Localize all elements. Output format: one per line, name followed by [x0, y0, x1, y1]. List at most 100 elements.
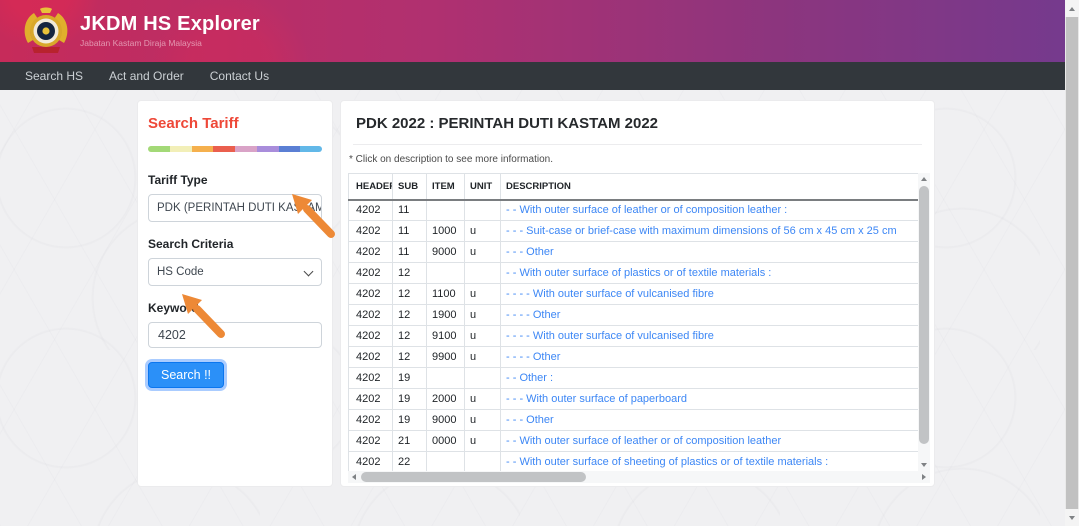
search-button[interactable]: Search !! — [148, 362, 224, 388]
description-cell[interactable]: - - - Other — [501, 242, 919, 263]
nav-item-contact-us[interactable]: Contact Us — [210, 69, 269, 83]
code-cell: 2000 — [427, 389, 465, 410]
code-cell: 1100 — [427, 284, 465, 305]
table-row: 4202192000u- - - With outer surface of p… — [349, 389, 919, 410]
code-cell: 4202 — [349, 431, 393, 452]
column-header-item: ITEM — [427, 174, 465, 200]
column-header-header: HEADER — [349, 174, 393, 200]
scroll-up-button[interactable] — [918, 173, 930, 185]
triangle-down-icon — [1069, 516, 1075, 520]
table-row: 4202210000u- - With outer surface of lea… — [349, 431, 919, 452]
description-cell[interactable]: - - - - With outer surface of vulcanised… — [501, 284, 919, 305]
code-cell: 21 — [393, 431, 427, 452]
description-cell[interactable]: - - With outer surface of sheeting of pl… — [501, 452, 919, 472]
table-horizontal-scrollbar — [348, 471, 930, 483]
code-cell: u — [465, 305, 501, 326]
table-row: 420211- - With outer surface of leather … — [349, 200, 919, 221]
scroll-down-button[interactable] — [918, 459, 930, 471]
results-table-container: HEADER SUB ITEM UNIT DESCRIPTION 420211-… — [348, 173, 930, 483]
table-row: 4202119000u- - - Other — [349, 242, 919, 263]
search-tariff-panel: Search Tariff Tariff Type PDK (PERINTAH … — [137, 100, 333, 487]
app-subtitle: Jabatan Kastam Diraja Malaysia — [80, 38, 260, 48]
rainbow-segment — [279, 146, 301, 152]
search-criteria-select[interactable]: HS Code — [148, 258, 322, 286]
description-cell[interactable]: - - With outer surface of leather or of … — [501, 431, 919, 452]
triangle-left-icon — [352, 474, 356, 480]
rainbow-segment — [148, 146, 170, 152]
code-cell: u — [465, 242, 501, 263]
code-cell — [427, 368, 465, 389]
tariff-type-selected-value: PDK (PERINTAH DUTI KASTAM) — [157, 202, 322, 214]
description-cell[interactable]: - - - - Other — [501, 347, 919, 368]
description-cell[interactable]: - - Other : — [501, 368, 919, 389]
table-row: 420212- - With outer surface of plastics… — [349, 263, 919, 284]
code-cell: 9000 — [427, 242, 465, 263]
code-cell: 9100 — [427, 326, 465, 347]
triangle-down-icon — [921, 463, 927, 467]
code-cell: 19 — [393, 368, 427, 389]
description-cell[interactable]: - - - With outer surface of paperboard — [501, 389, 919, 410]
horizontal-scrollbar-thumb[interactable] — [361, 472, 586, 482]
keyword-input[interactable] — [148, 322, 322, 348]
table-row: 4202129100u- - - - With outer surface of… — [349, 326, 919, 347]
results-table-scroll-area: HEADER SUB ITEM UNIT DESCRIPTION 420211-… — [348, 173, 918, 471]
scroll-right-button[interactable] — [918, 471, 930, 483]
code-cell: u — [465, 326, 501, 347]
keyword-label: Keyword — [148, 301, 322, 315]
code-cell: 12 — [393, 284, 427, 305]
code-cell: 1000 — [427, 221, 465, 242]
page: JKDM HS Explorer Jabatan Kastam Diraja M… — [0, 0, 1079, 526]
rainbow-segment — [192, 146, 214, 152]
code-cell: 12 — [393, 326, 427, 347]
rainbow-segment — [235, 146, 257, 152]
table-row: 420222- - With outer surface of sheeting… — [349, 452, 919, 472]
table-header-row: HEADER SUB ITEM UNIT DESCRIPTION — [349, 174, 919, 200]
code-cell: 4202 — [349, 326, 393, 347]
code-cell: 4202 — [349, 200, 393, 221]
code-cell: 4202 — [349, 242, 393, 263]
panel-title: Search Tariff — [148, 115, 322, 132]
description-cell[interactable]: - - - - With outer surface of vulcanised… — [501, 326, 919, 347]
code-cell: u — [465, 347, 501, 368]
code-cell: u — [465, 284, 501, 305]
code-cell: 4202 — [349, 347, 393, 368]
description-cell[interactable]: - - - Other — [501, 410, 919, 431]
description-cell[interactable]: - - With outer surface of plastics or of… — [501, 263, 919, 284]
app-header: JKDM HS Explorer Jabatan Kastam Diraja M… — [0, 0, 1079, 62]
nav-item-act-and-order[interactable]: Act and Order — [109, 69, 184, 83]
code-cell: 4202 — [349, 368, 393, 389]
code-cell: u — [465, 221, 501, 242]
code-cell — [465, 368, 501, 389]
scroll-left-button[interactable] — [348, 471, 360, 483]
description-cell[interactable]: - - - - Other — [501, 305, 919, 326]
vertical-scrollbar-thumb[interactable] — [919, 186, 929, 444]
rainbow-segment — [213, 146, 235, 152]
description-cell[interactable]: - - With outer surface of leather or of … — [501, 200, 919, 221]
page-scrollbar-thumb[interactable] — [1066, 17, 1078, 509]
search-criteria-label: Search Criteria — [148, 237, 322, 251]
column-header-sub: SUB — [393, 174, 427, 200]
results-table: HEADER SUB ITEM UNIT DESCRIPTION 420211-… — [348, 173, 918, 471]
main-navbar: Search HS Act and Order Contact Us — [0, 62, 1079, 90]
rainbow-segment — [170, 146, 192, 152]
chevron-down-icon — [304, 267, 314, 277]
column-header-description: DESCRIPTION — [501, 174, 919, 200]
code-cell — [427, 200, 465, 221]
code-cell: 22 — [393, 452, 427, 472]
code-cell: u — [465, 410, 501, 431]
column-header-unit: UNIT — [465, 174, 501, 200]
table-row: 4202199000u- - - Other — [349, 410, 919, 431]
triangle-up-icon — [1069, 7, 1075, 11]
code-cell: 9000 — [427, 410, 465, 431]
search-criteria-selected-value: HS Code — [157, 266, 204, 278]
results-panel: PDK 2022 : PERINTAH DUTI KASTAM 2022 * C… — [340, 100, 935, 487]
code-cell: 19 — [393, 389, 427, 410]
code-cell: 0000 — [427, 431, 465, 452]
description-cell[interactable]: - - - Suit-case or brief-case with maxim… — [501, 221, 919, 242]
page-scroll-down-button[interactable] — [1065, 509, 1079, 526]
code-cell: u — [465, 431, 501, 452]
nav-item-search-hs[interactable]: Search HS — [25, 69, 83, 83]
tariff-type-select[interactable]: PDK (PERINTAH DUTI KASTAM) — [148, 194, 322, 222]
page-scroll-up-button[interactable] — [1065, 0, 1079, 17]
code-cell — [465, 263, 501, 284]
